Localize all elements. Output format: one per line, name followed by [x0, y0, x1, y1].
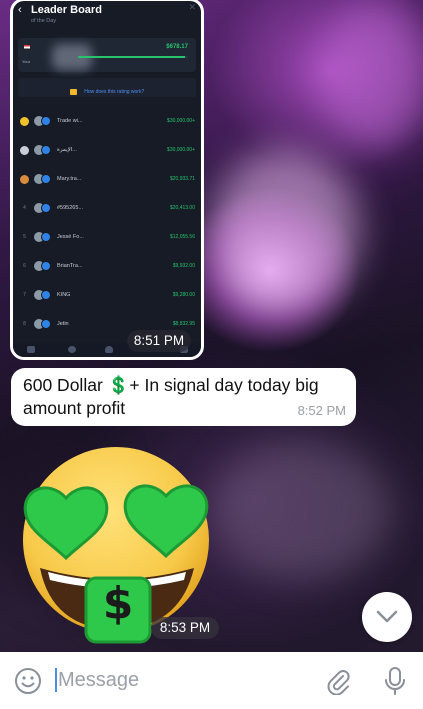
trader-profit: $20,413.00: [169, 205, 195, 211]
scroll-down-button[interactable]: [362, 592, 412, 642]
message-time: 8:51 PM: [127, 330, 191, 352]
close-icon: ✕: [188, 2, 196, 12]
trader-name: الإيمرة...: [57, 147, 77, 153]
message-input[interactable]: [58, 665, 308, 695]
leaderboard-row: الإيمرة... $30,000.00+: [13, 136, 201, 165]
progress-bar: [78, 56, 188, 58]
user-rank-label: Your: [22, 59, 31, 64]
rank-number: 7: [23, 292, 26, 298]
rank-number: 4: [23, 205, 26, 211]
rating-info-text: How does this rating work?: [84, 88, 145, 95]
leaderboard-header: ‹ Leader Board of the Day ✕: [13, 1, 201, 35]
leaderboard-row: 7 KING $9,280.00: [13, 281, 201, 310]
avatar: [41, 290, 51, 300]
avatar: [41, 145, 51, 155]
avatar: [41, 203, 51, 213]
trader-profit: $12,055.56: [169, 234, 195, 240]
avatar: [41, 116, 51, 126]
message-time: 8:53 PM: [151, 617, 219, 639]
leaderboard-title: Leader Board: [31, 4, 102, 16]
trader-profit: $30,000.00+: [167, 147, 195, 153]
trader-profit: $20,933.71: [169, 176, 195, 182]
rank-number: 6: [23, 263, 26, 269]
rank-number: 8: [23, 321, 26, 327]
avatar: [41, 319, 51, 329]
flag-icon: [24, 45, 30, 50]
leaderboard-row: Mary.tra... $20,933.71: [13, 165, 201, 194]
trader-name: BrianTra...: [57, 263, 83, 269]
trader-name: Jessé Fo...: [57, 234, 84, 240]
leaderboard-row: 5 Jessé Fo... $12,055.56: [13, 223, 201, 252]
trader-name: KING: [57, 292, 71, 298]
medal-icon: [20, 146, 29, 155]
user-icon: [105, 346, 113, 353]
trader-name: Mary.tra...: [57, 176, 82, 182]
leaderboard-list: Trade wi... $30,000.00+ الإيمرة... $30,000.…: [13, 107, 201, 339]
money-face-sticker[interactable]: $: [18, 440, 218, 645]
trader-profit: $9,280.00: [172, 292, 195, 298]
trader-name: #595265...: [57, 205, 83, 211]
photo-message[interactable]: ‹ Leader Board of the Day ✕ Your $678.17…: [10, 0, 204, 360]
trader-profit: $8,832.95: [172, 321, 195, 327]
leaderboard-subtitle: of the Day: [31, 18, 57, 24]
leaderboard-row: 6 BrianTra... $9,932.00: [13, 252, 201, 281]
background-glow: [210, 150, 360, 310]
avatar: [41, 174, 51, 184]
back-arrow-icon: ‹: [18, 4, 22, 16]
smile-icon: [15, 668, 41, 694]
message-input-bar: [0, 652, 423, 709]
leaderboard-row: Trade wi... $30,000.00+: [13, 107, 201, 136]
trader-name: Trade wi...: [57, 118, 83, 124]
background-glow: [210, 440, 390, 580]
paperclip-icon: [327, 670, 350, 696]
user-rank-card: Your $678.17: [18, 38, 196, 72]
medal-icon: [20, 117, 29, 126]
attach-button[interactable]: [324, 667, 352, 696]
background-glow: [320, 0, 423, 150]
trader-profit: $9,932.00: [172, 263, 195, 269]
emoji-button[interactable]: [14, 667, 42, 695]
text-message-bubble[interactable]: 600 Dollar 💲+ In signal day today big am…: [11, 368, 356, 426]
chat-icon: [68, 346, 76, 353]
microphone-icon: [385, 667, 405, 695]
user-profit-amount: $678.17: [166, 44, 188, 50]
progress-fill: [78, 56, 185, 58]
chevron-down-icon: [376, 610, 398, 623]
rank-number: 5: [23, 234, 26, 240]
avatar: [41, 261, 51, 271]
voice-record-button[interactable]: [383, 666, 407, 696]
rating-info-banner: How does this rating work?: [18, 78, 196, 97]
gift-icon: [69, 88, 77, 95]
image-icon: [27, 346, 35, 353]
message-time: 8:52 PM: [297, 403, 346, 418]
trader-profit: $30,000.00+: [167, 118, 195, 124]
leaderboard-row: 4 #595265... $20,413.00: [13, 194, 201, 223]
medal-icon: [20, 175, 29, 184]
avatar: [41, 232, 51, 242]
dollar-sign: $: [102, 578, 134, 629]
text-cursor: [55, 668, 57, 692]
trader-name: Jetin: [57, 321, 69, 327]
